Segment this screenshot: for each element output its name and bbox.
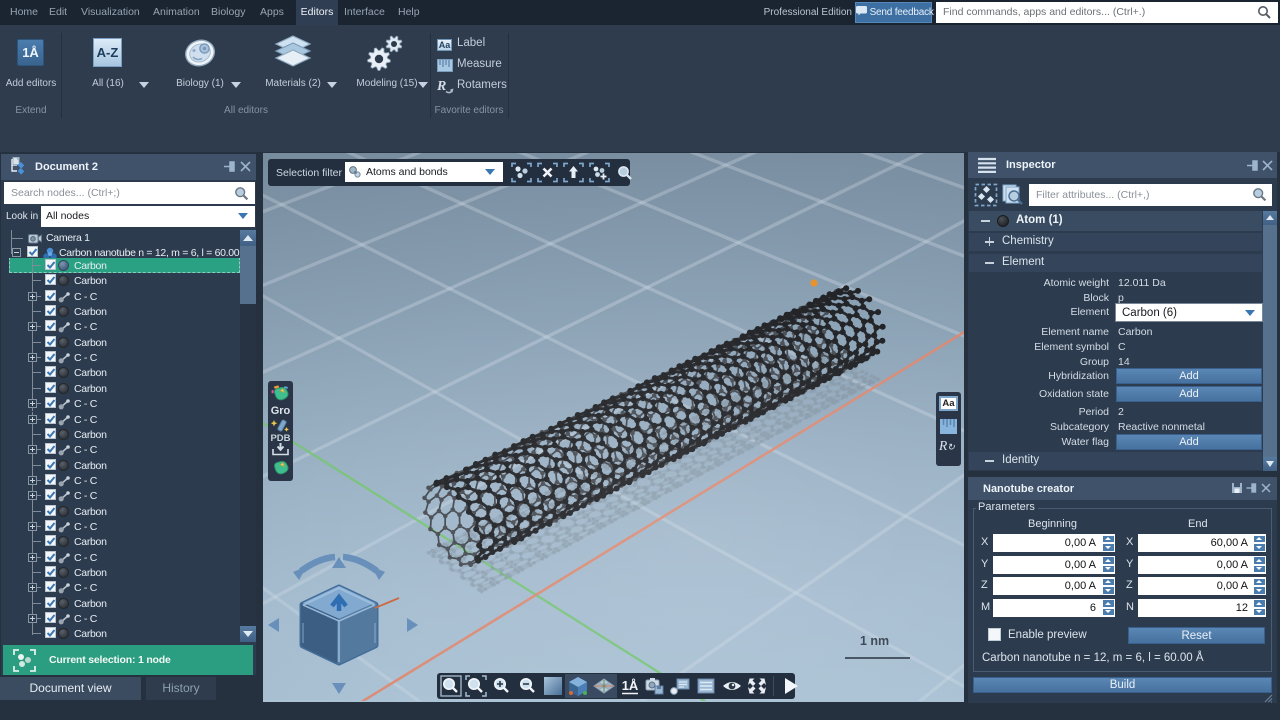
svg-text:1Å: 1Å: [622, 678, 639, 693]
svg-text:R: R: [436, 79, 446, 94]
